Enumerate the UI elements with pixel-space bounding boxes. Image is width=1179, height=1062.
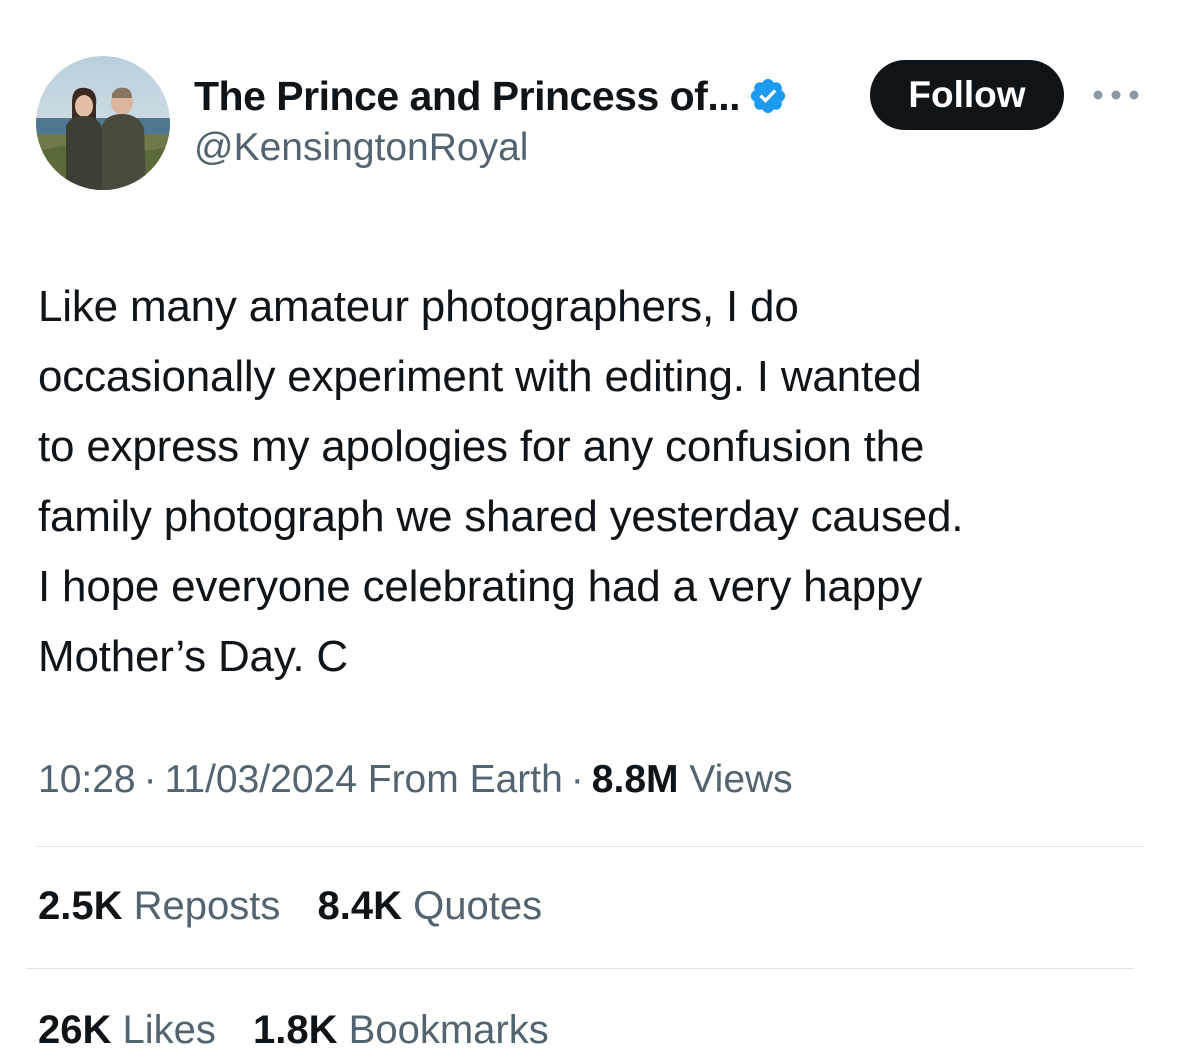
quotes-count: 8.4K xyxy=(317,884,403,928)
divider xyxy=(26,968,1134,969)
tweet-text-line: Mother’s Day. C xyxy=(38,632,348,681)
reposts-label: Reposts xyxy=(133,884,281,928)
bookmarks-label: Bookmarks xyxy=(348,1008,549,1052)
tweet-text-line: occasionally experiment with editing. I … xyxy=(38,352,922,401)
stats-row-likes-bookmarks: 26K Likes 1.8K Bookmarks xyxy=(38,1008,575,1053)
reposts-stat[interactable]: 2.5K Reposts xyxy=(38,884,280,929)
meta-separator: · xyxy=(570,758,584,801)
author-name-row: The Prince and Princess of... xyxy=(194,72,788,120)
views-count[interactable]: 8.8M xyxy=(592,758,679,801)
tweet-text: Like many amateur photographers, I do oc… xyxy=(38,272,1148,692)
avatar[interactable] xyxy=(36,56,170,190)
tweet-text-line: to express my apologies for any confusio… xyxy=(38,422,925,471)
reposts-count: 2.5K xyxy=(38,884,123,928)
tweet-text-line: Like many amateur photographers, I do xyxy=(38,282,799,331)
bookmarks-stat[interactable]: 1.8K Bookmarks xyxy=(253,1008,549,1053)
bookmarks-count: 1.8K xyxy=(253,1008,338,1052)
author-display-name[interactable]: The Prince and Princess of... xyxy=(194,73,741,120)
likes-label: Likes xyxy=(122,1008,216,1052)
tweet-text-line: family photograph we shared yesterday ca… xyxy=(38,492,964,541)
stats-row-reposts-quotes: 2.5K Reposts 8.4K Quotes xyxy=(38,884,568,929)
likes-stat[interactable]: 26K Likes xyxy=(38,1008,216,1053)
tweet-meta: 10:28 · 11/03/2024 From Earth · 8.8M Views xyxy=(38,758,793,802)
author-handle[interactable]: @KensingtonRoyal xyxy=(194,126,528,170)
quotes-label: Quotes xyxy=(413,884,543,928)
avatar-photo xyxy=(36,56,170,190)
verified-badge-icon xyxy=(748,76,788,116)
more-horizontal-icon xyxy=(1093,90,1139,100)
divider xyxy=(36,846,1143,847)
tweet-date[interactable]: 11/03/2024 xyxy=(165,758,357,801)
likes-count: 26K xyxy=(38,1008,112,1052)
meta-separator: · xyxy=(143,758,157,801)
quotes-stat[interactable]: 8.4K Quotes xyxy=(318,884,543,929)
tweet-detail: The Prince and Princess of... @Kensingto… xyxy=(0,0,1179,1062)
tweet-text-line: I hope everyone celebrating had a very h… xyxy=(38,562,923,611)
follow-button[interactable]: Follow xyxy=(870,60,1064,130)
tweet-time[interactable]: 10:28 xyxy=(38,758,136,801)
views-label: Views xyxy=(689,758,793,801)
more-options-button[interactable] xyxy=(1090,80,1142,110)
tweet-source: From Earth xyxy=(367,758,563,801)
